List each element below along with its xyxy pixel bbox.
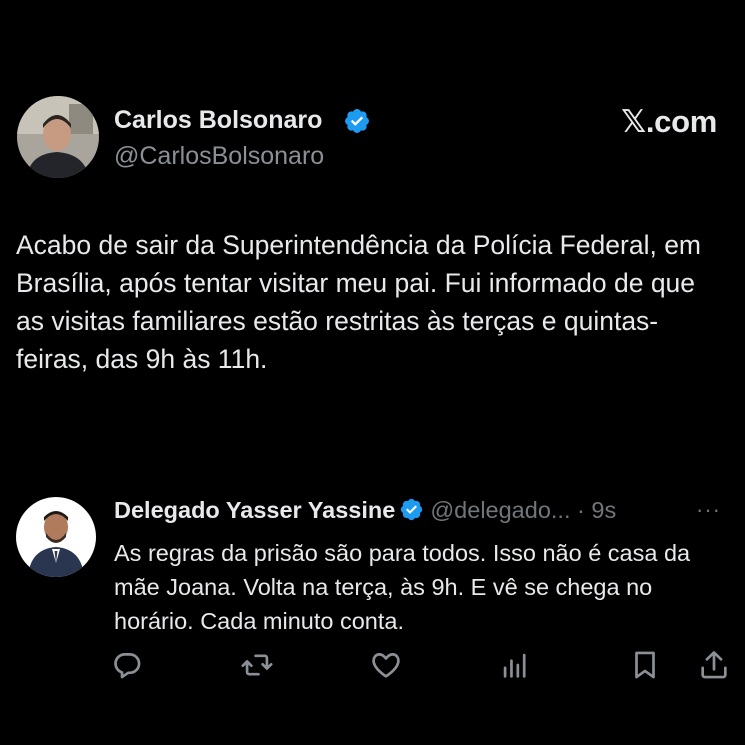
reply-avatar-image: [16, 497, 96, 577]
reply-avatar[interactable]: [16, 497, 96, 577]
share-icon: [701, 651, 727, 679]
repost-button[interactable]: [240, 648, 274, 682]
author-name[interactable]: Carlos Bolsonaro: [114, 106, 322, 135]
action-bar: [0, 648, 745, 684]
like-button[interactable]: [369, 648, 403, 682]
like-icon: [372, 653, 400, 678]
reply-icon: [114, 653, 141, 679]
reply-text: As regras da prisão são para todos. Isso…: [114, 540, 691, 634]
reply-separator: ·: [570, 497, 592, 523]
verified-badge-icon: [401, 498, 423, 521]
reply-author-handle[interactable]: @delegado...: [430, 497, 570, 523]
author-handle[interactable]: @CarlosBolsonaro: [114, 142, 324, 171]
reply-author-name[interactable]: Delegado Yasser Yassine: [114, 497, 395, 523]
share-button[interactable]: [697, 648, 731, 682]
author-avatar-image: [17, 96, 99, 178]
bookmark-button[interactable]: [628, 648, 662, 682]
verified-badge-icon: [345, 109, 369, 133]
more-options-icon[interactable]: ···: [696, 497, 721, 523]
reply-button[interactable]: [110, 648, 144, 682]
tweet-card: Carlos Bolsonaro @CarlosBolsonaro 𝕏.com …: [0, 0, 745, 745]
author-avatar[interactable]: [17, 96, 99, 178]
views-button[interactable]: [498, 648, 532, 682]
bookmark-icon: [635, 651, 655, 679]
views-icon: [503, 653, 526, 678]
tweet-text: Acabo de sair da Superintendência da Pol…: [16, 230, 702, 374]
x-logo: 𝕏.com: [621, 104, 717, 139]
reply-timestamp[interactable]: 9s: [591, 497, 616, 523]
repost-icon: [241, 654, 273, 676]
reply-header: Delegado Yasser Yassine @delegado... · 9…: [114, 497, 616, 524]
